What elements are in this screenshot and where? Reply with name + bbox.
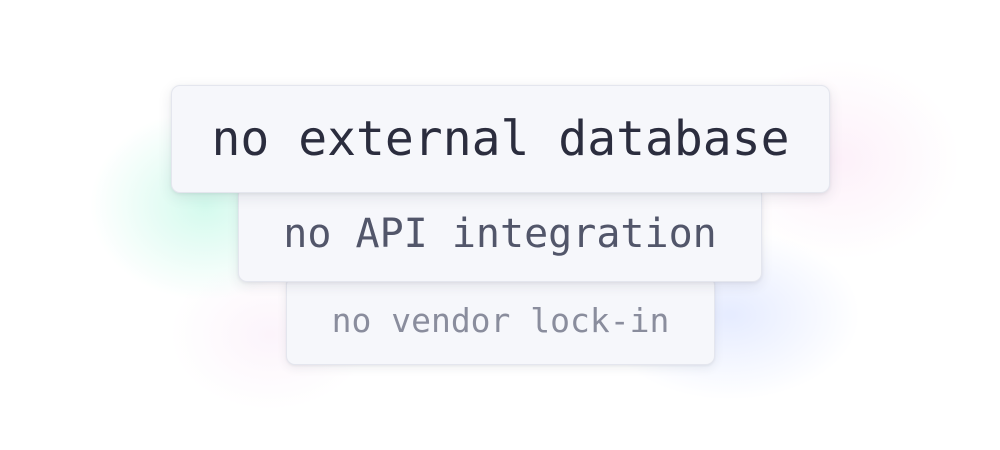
phrase-chip-api-integration: no API integration [238, 186, 762, 282]
phrase-chip-external-database: no external database [171, 85, 830, 193]
phrase-text-api-integration: no API integration [283, 211, 717, 257]
stage: no external database no API integration … [0, 0, 1000, 450]
phrase-chip-vendor-lock-in: no vendor lock-in [286, 276, 715, 365]
phrase-text-external-database: no external database [211, 111, 790, 167]
phrase-text-vendor-lock-in: no vendor lock-in [331, 301, 670, 340]
